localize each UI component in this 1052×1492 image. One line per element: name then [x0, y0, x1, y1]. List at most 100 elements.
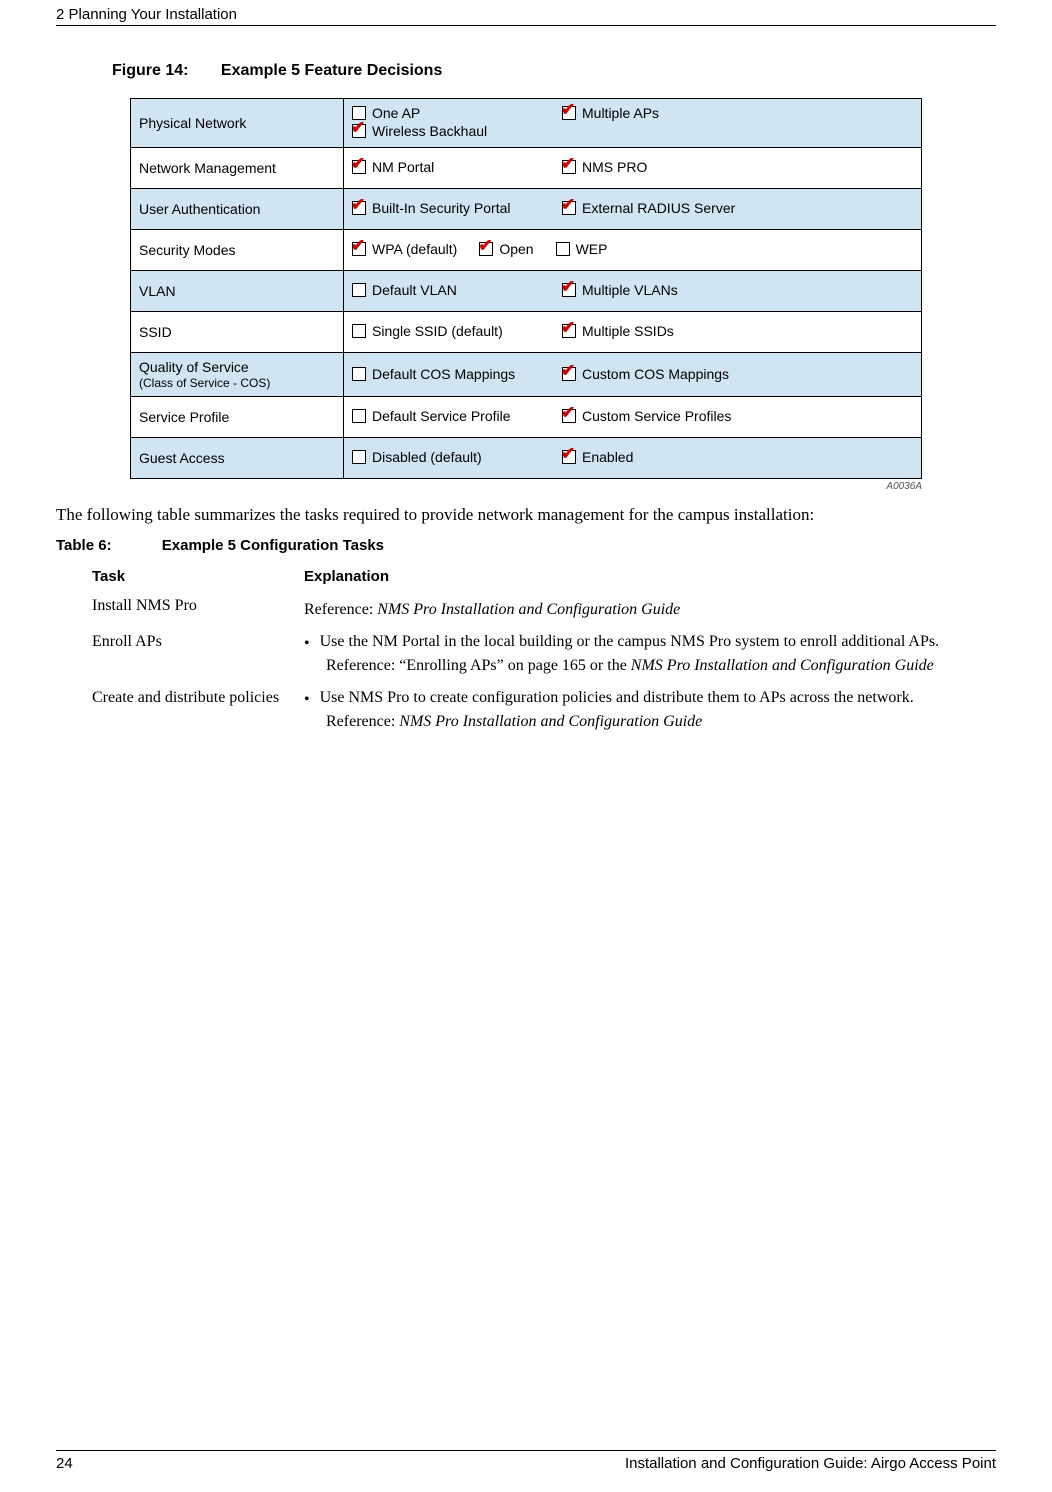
checkmark-icon: ✔ — [561, 404, 575, 421]
decision-row: Network Management✔NM Portal✔NMS PRO — [131, 148, 922, 189]
figure-ref-id: A0036A — [130, 481, 922, 492]
checkbox-checked-icon: ✔ — [562, 106, 576, 120]
task-explanation: •Use NMS Pro to create configuration pol… — [298, 685, 966, 741]
decision-row: Quality of Service(Class of Service - CO… — [131, 353, 922, 397]
decision-row: Physical Network One AP ✔ Multiple APs ✔ Wire… — [131, 99, 922, 148]
decision-option: ✔NM Portal — [352, 159, 562, 175]
figure-caption: Figure 14: Example 5 Feature Decisions — [112, 62, 996, 80]
decision-option-label: Single SSID (default) — [372, 323, 503, 339]
task-name: Enroll APs — [86, 629, 298, 685]
page-number: 24 — [56, 1455, 73, 1472]
config-task-table: Task Explanation Install NMS ProReferenc… — [86, 564, 966, 741]
decision-label-text: Service Profile — [139, 409, 229, 425]
checkbox-empty-icon — [352, 324, 366, 338]
checkbox-checked-icon: ✔ — [562, 367, 576, 381]
decision-options: Disabled (default) ✔Enabled — [344, 438, 922, 479]
decision-option: Default VLAN — [352, 282, 562, 298]
checkbox-empty-icon — [352, 450, 366, 464]
checkmark-icon: ✔ — [561, 319, 575, 336]
decision-option-label: Disabled (default) — [372, 449, 482, 465]
checkbox-checked-icon: ✔ — [562, 409, 576, 423]
figure-title: Example 5 Feature Decisions — [221, 62, 442, 79]
decision-option-label: Enabled — [582, 449, 633, 465]
decision-label-text: SSID — [139, 324, 172, 340]
task-reference: Reference: NMS Pro Installation and Conf… — [304, 601, 960, 619]
checkmark-icon: ✔ — [478, 237, 492, 254]
checkmark-icon: ✔ — [561, 155, 575, 172]
checkbox-checked-icon: ✔ — [562, 201, 576, 215]
decision-option: ✔ Wireless Backhaul — [352, 123, 512, 139]
task-explanation: •Use the NM Portal in the local building… — [298, 629, 966, 685]
decision-options: ✔WPA (default)✔OpenWEP — [344, 230, 922, 271]
task-bullet: •Use the NM Portal in the local building… — [304, 633, 960, 653]
decision-label: Guest Access — [131, 438, 344, 479]
decision-row: Security Modes✔WPA (default)✔OpenWEP — [131, 230, 922, 271]
decision-option: ✔ External RADIUS Server — [562, 200, 762, 216]
decision-options: Single SSID (default)✔Multiple SSIDs — [344, 312, 922, 353]
decision-option-label: WEP — [576, 241, 608, 257]
decision-option: Single SSID (default) — [352, 323, 562, 339]
decision-row: User Authentication ✔Built-In Security Po… — [131, 189, 922, 230]
decision-option: ✔Custom COS Mappings — [562, 366, 762, 382]
feature-decision-table: Physical Network One AP ✔ Multiple APs ✔ Wire… — [130, 98, 922, 479]
decision-option-label: External RADIUS Server — [582, 200, 735, 216]
decision-option-label: Multiple VLANs — [582, 282, 678, 298]
decision-options: Default Service Profile✔Custom Service P… — [344, 397, 922, 438]
checkbox-checked-icon: ✔ — [352, 242, 366, 256]
task-header: Task — [86, 564, 298, 593]
decision-option: ✔ WPA (default) — [352, 241, 457, 257]
table-title: Example 5 Configuration Tasks — [162, 537, 384, 554]
checkmark-icon: ✔ — [561, 362, 575, 379]
task-reference-title: NMS Pro Installation and Configuration G… — [631, 657, 934, 674]
checkbox-checked-icon: ✔ — [352, 201, 366, 215]
decision-label-text: Guest Access — [139, 450, 225, 466]
decision-option: ✔Built-In Security Portal — [352, 200, 562, 216]
checkbox-checked-icon: ✔ — [352, 124, 366, 138]
decision-option-label: Multiple APs — [582, 105, 659, 121]
checkmark-icon: ✔ — [351, 196, 365, 213]
decision-option: ✔NMS PRO — [562, 159, 762, 175]
chapter-label: 2 Planning Your Installation — [56, 6, 237, 23]
decision-label-text: Security Modes — [139, 242, 235, 258]
checkmark-icon: ✔ — [561, 278, 575, 295]
decision-label-text: Quality of Service — [139, 359, 249, 375]
task-reference-prefix: Reference: — [326, 713, 399, 730]
decision-row: VLAN Default VLAN ✔ Multiple VLANs — [131, 271, 922, 312]
checkbox-checked-icon: ✔ — [352, 160, 366, 174]
decision-option: ✔Enabled — [562, 449, 762, 465]
page-footer: 24 Installation and Configuration Guide:… — [56, 1450, 996, 1472]
decision-label-text: Physical Network — [139, 115, 246, 131]
decision-option-label: Wireless Backhaul — [372, 123, 487, 139]
checkbox-empty-icon — [352, 367, 366, 381]
task-row: Install NMS Pro Reference: NMS Pro Instal… — [86, 593, 966, 629]
decision-option: ✔ Multiple VLANs — [562, 282, 762, 298]
body-paragraph: The following table summarizes the tasks… — [56, 504, 996, 527]
task-name: Install NMS Pro — [86, 593, 298, 629]
document-title: Installation and Configuration Guide: Ai… — [625, 1455, 996, 1472]
task-name: Create and distribute policies — [86, 685, 298, 741]
decision-label-text: VLAN — [139, 283, 176, 299]
checkbox-checked-icon: ✔ — [479, 242, 493, 256]
decision-option: Disabled (default) — [352, 449, 562, 465]
decision-row: Guest Access Disabled (default) ✔Enabled — [131, 438, 922, 479]
checkmark-icon: ✔ — [351, 237, 365, 254]
decision-label: User Authentication — [131, 189, 344, 230]
decision-label-text: User Authentication — [139, 201, 260, 217]
checkbox-checked-icon: ✔ — [562, 283, 576, 297]
checkbox-empty-icon — [556, 242, 570, 256]
decision-option: WEP — [556, 241, 608, 257]
decision-label-text: Network Management — [139, 160, 276, 176]
checkmark-icon: ✔ — [561, 196, 575, 213]
decision-option-label: NMS PRO — [582, 159, 647, 175]
task-reference-prefix: Reference: “Enrolling APs” on page 165 o… — [326, 657, 631, 674]
decision-label: Network Management — [131, 148, 344, 189]
checkmark-icon: ✔ — [351, 155, 365, 172]
decision-option: Default Service Profile — [352, 408, 562, 424]
task-bullet-text: Use NMS Pro to create configuration poli… — [320, 689, 914, 709]
decision-option-label: Default VLAN — [372, 282, 457, 298]
checkbox-empty-icon — [352, 409, 366, 423]
decision-label: Quality of Service(Class of Service - CO… — [131, 353, 344, 397]
decision-option-label: One AP — [372, 105, 420, 121]
decision-option-label: WPA (default) — [372, 241, 457, 257]
task-reference: Reference: NMS Pro Installation and Conf… — [326, 713, 960, 731]
